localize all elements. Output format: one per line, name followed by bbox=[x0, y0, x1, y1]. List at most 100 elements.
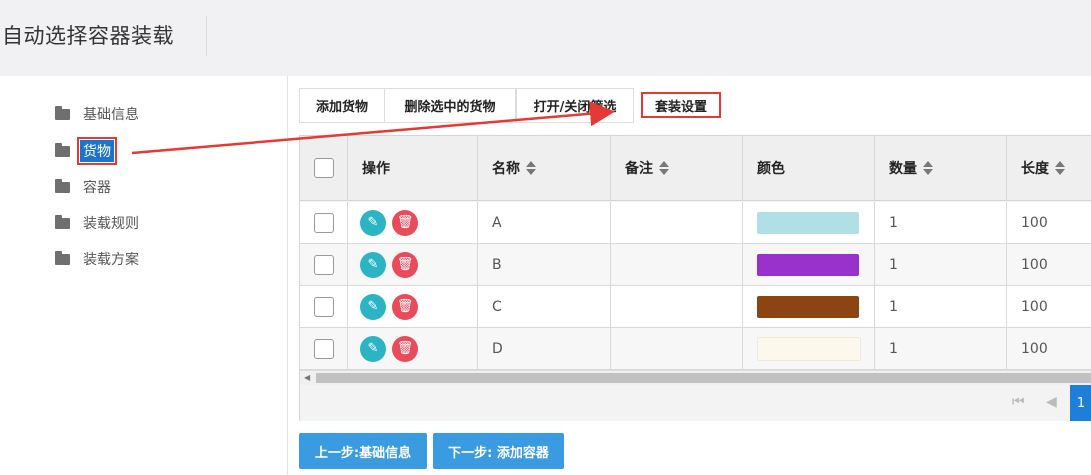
delete-button[interactable]: 🗑 bbox=[392, 209, 418, 236]
column-header-length[interactable]: 长度 bbox=[1007, 136, 1091, 200]
edit-button[interactable]: ✎ bbox=[360, 335, 386, 362]
goods-table: 操作 名称 备注 颜色 数量 长度 ✎ 🗑 A 1 100 ✎ 🗑 B 1 10… bbox=[299, 135, 1091, 421]
length-cell[interactable]: 100 bbox=[1007, 202, 1091, 243]
column-header-note[interactable]: 备注 bbox=[611, 136, 743, 200]
pager: ⏮ ◀ 1 bbox=[300, 385, 1091, 421]
sort-icon[interactable] bbox=[1055, 161, 1065, 175]
trash-icon: 🗑 bbox=[396, 341, 414, 356]
row-checkbox[interactable] bbox=[313, 338, 334, 359]
toggle-filter-button[interactable]: 打开/关闭筛选 bbox=[516, 88, 634, 123]
pencil-icon: ✎ bbox=[367, 257, 379, 272]
row-checkbox[interactable] bbox=[313, 212, 334, 233]
color-cell[interactable] bbox=[743, 202, 875, 243]
column-header-label: 操作 bbox=[362, 161, 390, 177]
pencil-icon: ✎ bbox=[367, 341, 379, 356]
delete-button[interactable]: 🗑 bbox=[392, 293, 418, 320]
note-cell[interactable] bbox=[611, 328, 743, 369]
column-header-label: 长度 bbox=[1021, 161, 1049, 177]
note-cell[interactable] bbox=[611, 202, 743, 243]
color-cell[interactable] bbox=[743, 244, 875, 285]
column-header-label: 颜色 bbox=[757, 161, 785, 177]
name-cell[interactable]: B bbox=[478, 244, 611, 285]
table-row: ✎ 🗑 A 1 100 bbox=[300, 202, 1091, 244]
sidebar-item-label: 货物 bbox=[77, 137, 117, 165]
quantity-cell[interactable]: 1 bbox=[875, 286, 1007, 327]
row-select-cell bbox=[300, 328, 348, 369]
delete-selected-button[interactable]: 删除选中的货物 bbox=[384, 88, 516, 123]
name-cell[interactable]: A bbox=[478, 202, 611, 243]
pencil-icon: ✎ bbox=[367, 299, 379, 314]
table-header: 操作 名称 备注 颜色 数量 长度 bbox=[300, 136, 1091, 201]
set-settings-button[interactable]: 套装设置 bbox=[641, 92, 721, 118]
edit-button[interactable]: ✎ bbox=[360, 251, 386, 278]
scrollbar-thumb[interactable] bbox=[316, 373, 1091, 383]
column-header-name[interactable]: 名称 bbox=[478, 136, 611, 200]
trash-icon: 🗑 bbox=[396, 257, 414, 272]
color-cell[interactable] bbox=[743, 328, 875, 369]
row-select-cell bbox=[300, 286, 348, 327]
first-page-icon[interactable]: ⏮ bbox=[1012, 394, 1025, 410]
actions-cell: ✎ 🗑 bbox=[348, 202, 478, 243]
length-cell[interactable]: 100 bbox=[1007, 328, 1091, 369]
edit-button[interactable]: ✎ bbox=[360, 209, 386, 236]
color-cell[interactable] bbox=[743, 286, 875, 327]
column-header-actions: 操作 bbox=[348, 136, 478, 200]
prev-step-button[interactable]: 上一步:基础信息 bbox=[299, 433, 427, 469]
sidebar-item-loading-plans[interactable]: 装载方案 bbox=[55, 247, 142, 271]
current-page[interactable]: 1 bbox=[1070, 385, 1091, 421]
quantity-cell[interactable]: 1 bbox=[875, 328, 1007, 369]
table-row: ✎ 🗑 B 1 100 bbox=[300, 244, 1091, 286]
sidebar-item-label: 装载规则 bbox=[83, 216, 139, 232]
sidebar-item-loading-rules[interactable]: 装载规则 bbox=[55, 211, 142, 235]
length-cell[interactable]: 100 bbox=[1007, 286, 1091, 327]
actions-cell: ✎ 🗑 bbox=[348, 244, 478, 285]
sort-icon[interactable] bbox=[526, 161, 536, 175]
color-swatch bbox=[757, 336, 861, 361]
quantity-cell[interactable]: 1 bbox=[875, 244, 1007, 285]
color-swatch bbox=[757, 211, 859, 234]
sidebar-item-goods[interactable]: 货物 bbox=[55, 137, 117, 165]
delete-button[interactable]: 🗑 bbox=[392, 335, 418, 362]
page-title: 自动选择容器装载 bbox=[2, 24, 174, 48]
folder-icon bbox=[55, 250, 70, 265]
quantity-cell[interactable]: 1 bbox=[875, 202, 1007, 243]
sidebar-item-containers[interactable]: 容器 bbox=[55, 175, 114, 199]
column-header-label: 备注 bbox=[625, 161, 653, 177]
table-row: ✎ 🗑 D 1 100 bbox=[300, 328, 1091, 370]
name-cell[interactable]: D bbox=[478, 328, 611, 369]
scroll-left-icon[interactable]: ◀ bbox=[304, 373, 310, 382]
add-goods-button[interactable]: 添加货物 bbox=[299, 88, 385, 123]
edit-button[interactable]: ✎ bbox=[360, 293, 386, 320]
sidebar: 基础信息 货物 容器 装载规则 装载方案 bbox=[0, 76, 288, 475]
app-header: 自动选择容器装载 bbox=[0, 0, 1091, 76]
trash-icon: 🗑 bbox=[396, 215, 414, 230]
pencil-icon: ✎ bbox=[367, 215, 379, 230]
select-all-checkbox[interactable] bbox=[313, 158, 334, 178]
prev-page-icon[interactable]: ◀ bbox=[1046, 394, 1057, 410]
sidebar-item-label: 容器 bbox=[83, 180, 111, 196]
name-cell[interactable]: C bbox=[478, 286, 611, 327]
length-cell[interactable]: 100 bbox=[1007, 244, 1091, 285]
sidebar-item-basic-info[interactable]: 基础信息 bbox=[55, 102, 142, 126]
column-header-quantity[interactable]: 数量 bbox=[875, 136, 1007, 200]
horizontal-scrollbar[interactable]: ◀ bbox=[300, 370, 1091, 385]
next-step-button[interactable]: 下一步: 添加容器 bbox=[433, 433, 564, 469]
sidebar-item-label: 装载方案 bbox=[83, 252, 139, 268]
actions-cell: ✎ 🗑 bbox=[348, 286, 478, 327]
select-all-cell bbox=[300, 136, 348, 200]
toolbar: 添加货物 删除选中的货物 打开/关闭筛选 套装设置 bbox=[299, 88, 721, 123]
note-cell[interactable] bbox=[611, 244, 743, 285]
header-divider bbox=[206, 16, 207, 56]
table-row: ✎ 🗑 C 1 100 bbox=[300, 286, 1091, 328]
folder-icon bbox=[55, 214, 70, 229]
row-checkbox[interactable] bbox=[313, 296, 334, 317]
delete-button[interactable]: 🗑 bbox=[392, 251, 418, 278]
sort-icon[interactable] bbox=[659, 161, 669, 175]
sort-icon[interactable] bbox=[923, 161, 933, 175]
column-header-color: 颜色 bbox=[743, 136, 875, 200]
row-checkbox[interactable] bbox=[313, 254, 334, 275]
note-cell[interactable] bbox=[611, 286, 743, 327]
folder-icon bbox=[55, 105, 70, 120]
sidebar-item-label: 基础信息 bbox=[83, 107, 139, 123]
trash-icon: 🗑 bbox=[396, 299, 414, 314]
